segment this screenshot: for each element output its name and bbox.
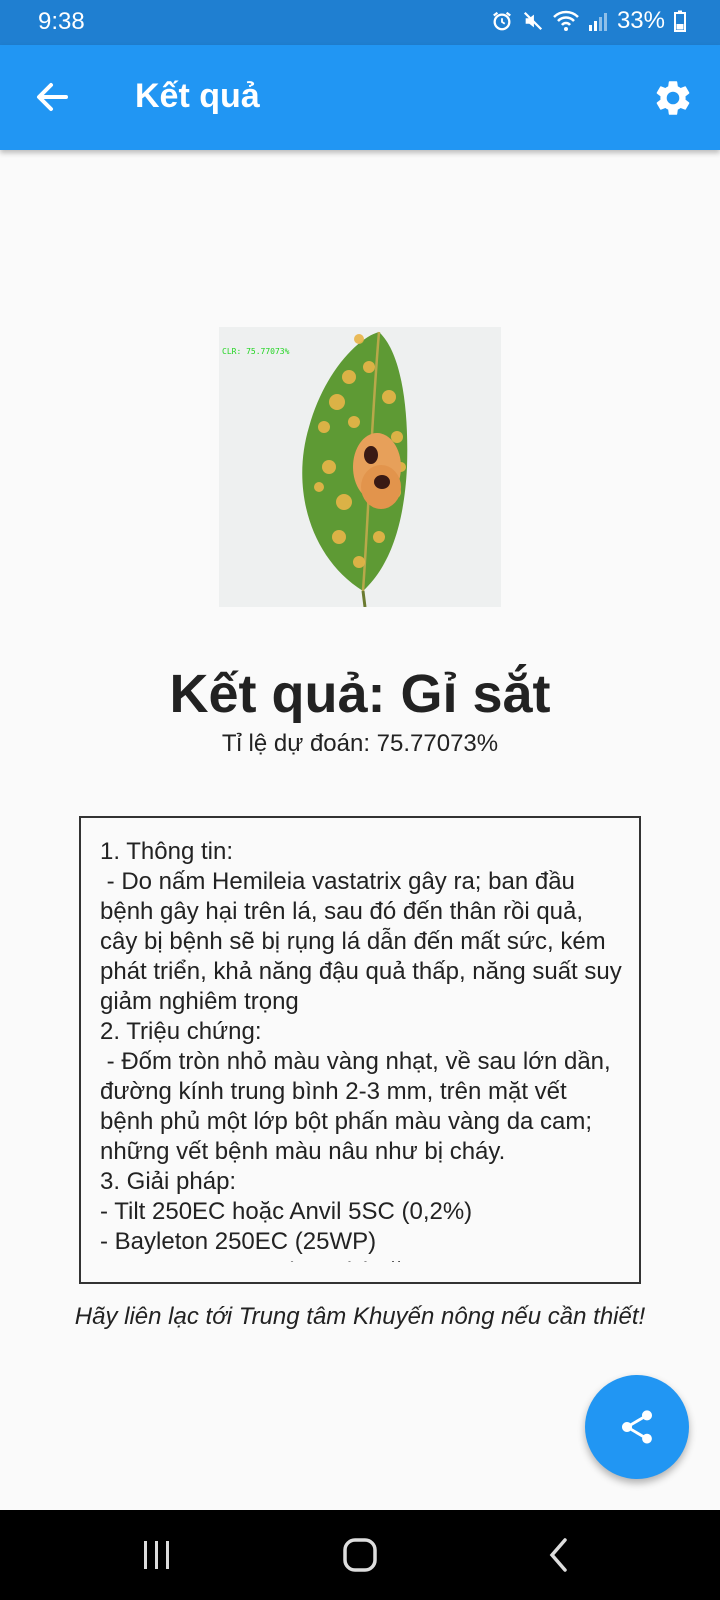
alarm-icon — [491, 10, 513, 32]
contact-note: Hãy liên lạc tới Trung tâm Khuyến nông n… — [74, 1303, 646, 1330]
mute-icon — [522, 10, 544, 32]
home-button[interactable] — [335, 1535, 385, 1575]
nav-back-button[interactable] — [535, 1535, 585, 1575]
share-button[interactable] — [585, 1375, 689, 1479]
settings-button[interactable] — [652, 77, 694, 119]
battery-percentage: 33% — [616, 7, 665, 34]
system-nav-bar — [0, 1510, 720, 1600]
disease-info-box[interactable]: 1. Thông tin: - Do nấm Hemileia vastatri… — [79, 816, 641, 1284]
status-icons: 33% — [491, 7, 686, 35]
gear-icon — [656, 81, 690, 115]
arrow-left-icon — [37, 83, 68, 111]
signal-icon — [588, 11, 608, 31]
prediction-probability: Tỉ lệ dự đoán: 75.77073% — [221, 730, 499, 757]
result-title: Kết quả: Gỉ sắt — [169, 664, 551, 724]
disease-info-text: 1. Thông tin: - Do nấm Hemileia vastatri… — [100, 838, 622, 1262]
status-bar: 9:38 33% — [0, 0, 720, 45]
status-time: 9:38 — [38, 8, 85, 35]
page-title: Kết quả — [135, 77, 260, 115]
back-icon — [549, 1538, 567, 1572]
recent-apps-button[interactable] — [132, 1535, 182, 1575]
wifi-icon — [553, 10, 579, 32]
share-icon — [622, 1410, 652, 1444]
home-icon — [343, 1538, 377, 1572]
leaf-photo: CLR: 75.77073% — [219, 327, 501, 607]
prediction-overlay: CLR: 75.77073% — [222, 347, 290, 356]
battery-icon — [674, 10, 686, 32]
app-bar: Kết quả — [0, 45, 720, 150]
coffee-leaf-image: CLR: 75.77073% — [219, 327, 501, 607]
back-button[interactable] — [30, 75, 74, 119]
recent-apps-icon — [144, 1541, 169, 1569]
